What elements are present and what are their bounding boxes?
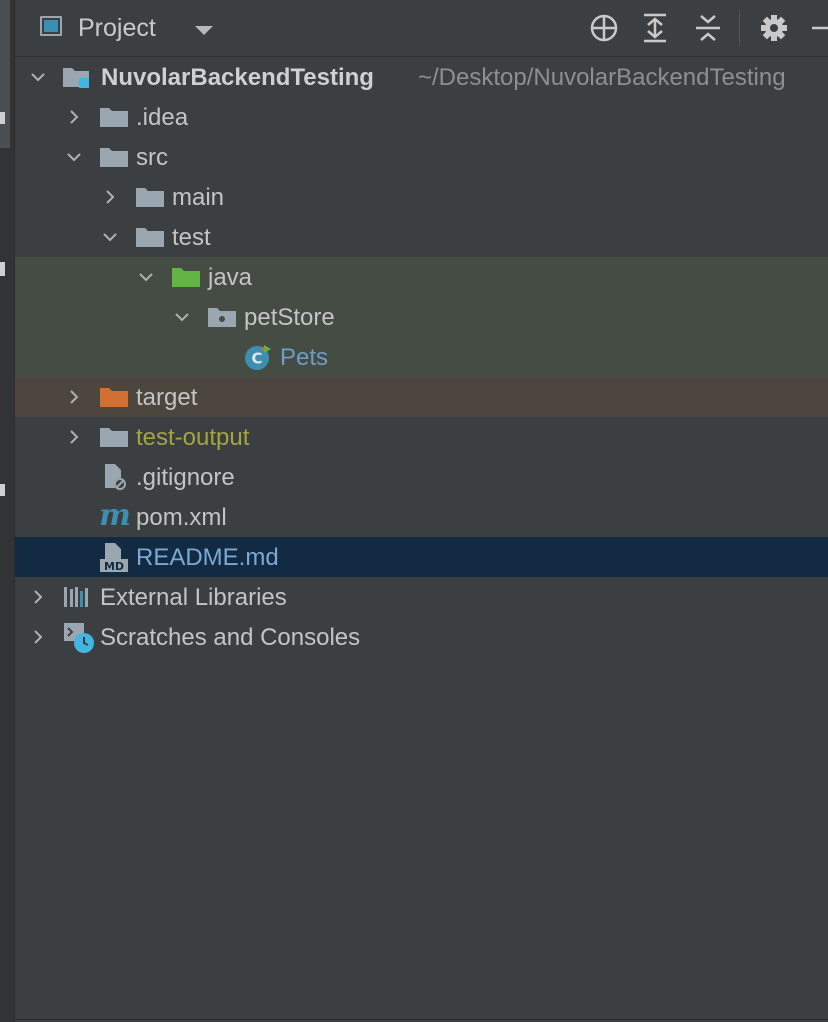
tree-row-main[interactable]: main — [15, 177, 828, 217]
tree-row-target[interactable]: target — [15, 377, 828, 417]
folder-label: test-output — [136, 424, 250, 451]
project-tool-tab[interactable] — [0, 0, 10, 148]
tree-row-petstore[interactable]: petStore — [15, 297, 828, 337]
tree-row-readme[interactable]: MD README.md — [15, 537, 828, 577]
chevron-down-icon[interactable] — [30, 69, 46, 85]
toolbar-separator — [739, 10, 740, 46]
file-label: .gitignore — [136, 464, 235, 491]
folder-icon — [99, 425, 129, 449]
chevron-down-icon[interactable] — [138, 269, 154, 285]
collapse-all-icon — [696, 15, 720, 41]
excluded-folder-icon — [99, 385, 129, 409]
chevron-down-icon[interactable] — [102, 229, 118, 245]
strip-mark — [0, 112, 5, 124]
tree-row-pets[interactable]: C Pets — [15, 337, 828, 377]
collapse-all-button[interactable] — [692, 12, 724, 44]
root-project-path: ~/Desktop/NuvolarBackendTesting — [418, 64, 786, 91]
file-label: pom.xml — [136, 504, 227, 531]
folder-label: .idea — [136, 104, 189, 131]
tool-window-strip — [0, 0, 15, 1022]
folder-label: test — [172, 224, 211, 251]
tree-row-test-output[interactable]: test-output — [15, 417, 828, 457]
chevron-right-icon[interactable] — [66, 429, 82, 445]
root-project-name: NuvolarBackendTesting — [101, 64, 374, 91]
hide-panel-button[interactable] — [810, 12, 828, 44]
select-opened-file-button[interactable] — [588, 12, 620, 44]
project-view-icon — [40, 16, 62, 36]
tree-label: External Libraries — [100, 584, 287, 611]
markdown-file-icon: MD — [99, 542, 129, 573]
strip-mark — [0, 484, 5, 496]
folder-label: java — [208, 264, 253, 291]
tree-row-java[interactable]: java — [15, 257, 828, 297]
chevron-right-icon[interactable] — [102, 189, 118, 205]
test-source-folder-icon — [171, 265, 201, 289]
folder-icon — [99, 105, 129, 129]
tree-row-external-libraries[interactable]: External Libraries — [15, 577, 828, 617]
library-icon — [63, 585, 93, 609]
package-icon — [207, 305, 237, 329]
class-label: Pets — [280, 344, 329, 371]
tree-row-src[interactable]: src — [15, 137, 828, 177]
folder-icon — [135, 225, 165, 249]
chevron-right-icon[interactable] — [30, 629, 46, 645]
panel-bottom-border — [15, 1019, 828, 1020]
panel-title[interactable]: Project — [78, 14, 156, 43]
chevron-right-icon[interactable] — [30, 589, 46, 605]
maven-icon: m — [99, 499, 131, 531]
folder-label: target — [136, 384, 198, 411]
tree-row-gitignore[interactable]: .gitignore — [15, 457, 828, 497]
folder-icon — [135, 185, 165, 209]
module-folder-icon — [62, 65, 92, 89]
project-header: Project — [15, 0, 828, 57]
expand-all-icon — [644, 13, 666, 43]
chevron-right-icon[interactable] — [66, 109, 82, 125]
tree-row-scratches[interactable]: Scratches and Consoles — [15, 617, 828, 657]
tree-row-pom[interactable]: m pom.xml — [15, 497, 828, 537]
chevron-down-icon[interactable] — [174, 309, 190, 325]
folder-label: src — [136, 144, 168, 171]
minimize-icon — [812, 26, 828, 30]
class-icon: C — [243, 343, 273, 370]
svg-text:C: C — [251, 350, 262, 368]
svg-text:MD: MD — [104, 560, 124, 573]
folder-icon — [99, 145, 129, 169]
chevron-down-icon[interactable] — [66, 149, 82, 165]
settings-button[interactable] — [758, 12, 790, 44]
project-panel: Project NuvolarBackendTesting ~/Desktop/… — [15, 0, 828, 1022]
tree-row-idea[interactable]: .idea — [15, 97, 828, 137]
tree-label: Scratches and Consoles — [100, 624, 361, 651]
tree-row-test[interactable]: test — [15, 217, 828, 257]
folder-label: main — [172, 184, 225, 211]
view-dropdown-icon[interactable] — [195, 26, 213, 35]
tree-row-root[interactable]: NuvolarBackendTesting ~/Desktop/NuvolarB… — [15, 57, 828, 97]
crosshair-icon — [590, 14, 618, 42]
scratches-icon — [63, 622, 94, 653]
gear-icon — [761, 15, 787, 41]
package-label: petStore — [244, 304, 335, 331]
chevron-right-icon[interactable] — [66, 389, 82, 405]
ignored-file-icon — [101, 462, 131, 490]
strip-mark — [0, 262, 5, 276]
svg-text:m: m — [99, 499, 131, 531]
file-label: README.md — [136, 544, 279, 571]
expand-all-button[interactable] — [639, 12, 671, 44]
